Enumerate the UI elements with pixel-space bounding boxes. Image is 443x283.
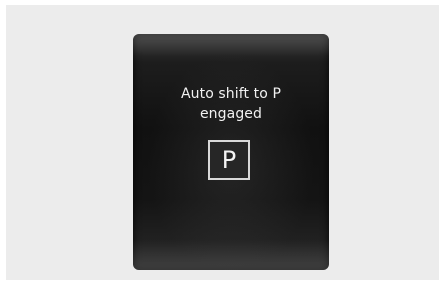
display-bottom-glow — [133, 240, 329, 270]
message-line-2: engaged — [199, 106, 263, 122]
park-gear-icon: P — [208, 140, 250, 180]
display-top-glow — [133, 34, 329, 56]
screenshot-frame: Auto shift to P engaged P — [6, 5, 439, 280]
auto-shift-message: Auto shift to P engaged — [133, 84, 329, 124]
gear-label: P — [221, 146, 237, 174]
instrument-cluster-display: Auto shift to P engaged P — [133, 34, 329, 270]
message-line-1: Auto shift to P — [180, 86, 282, 102]
